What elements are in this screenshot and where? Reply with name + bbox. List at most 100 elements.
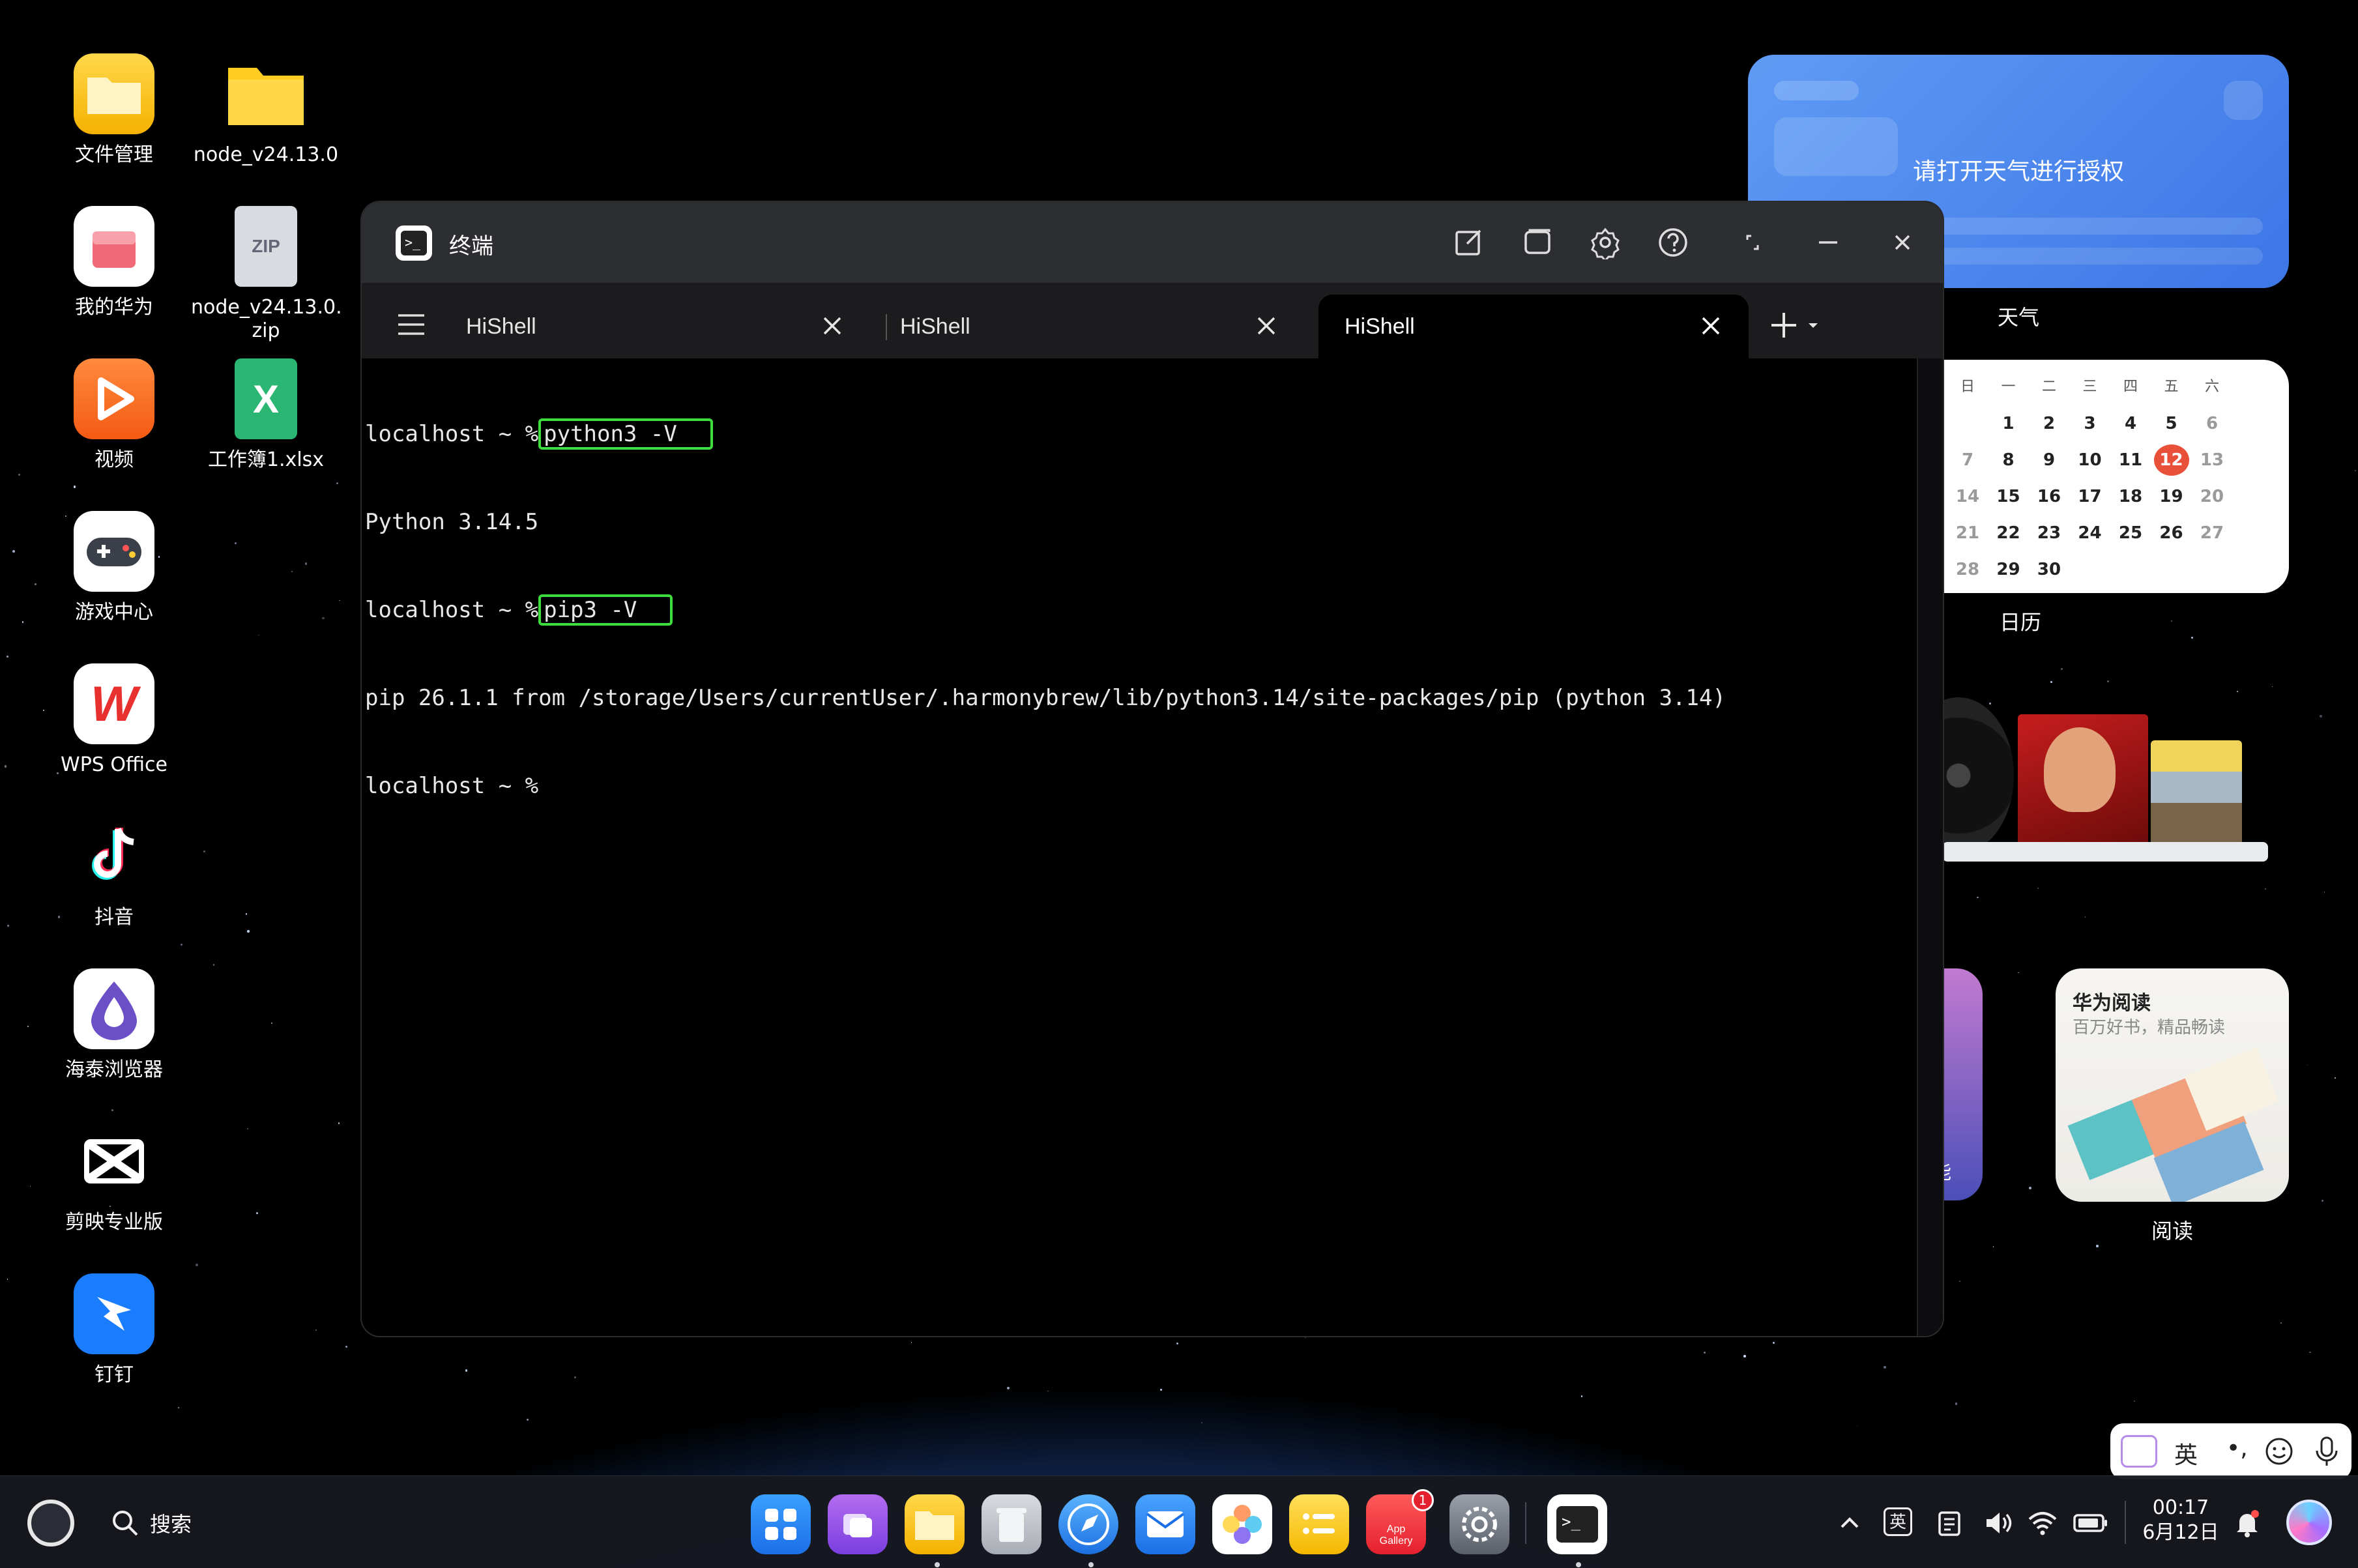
- calendar-day[interactable]: 3: [2073, 408, 2108, 439]
- calendar-widget[interactable]: 日一二三四五六 1 2 3 4 5 6 7 8 9 10 11 12 13 14 15 16 17 18 19 20 21…: [1916, 360, 2289, 593]
- clock[interactable]: 00:17 6月12日: [2140, 1496, 2221, 1545]
- microphone-icon[interactable]: [2312, 1435, 2341, 1468]
- wifi-icon[interactable]: [2027, 1507, 2058, 1539]
- desktop-icon-xlsx[interactable]: X 工作簿1.xlsx: [191, 358, 341, 472]
- close-window-icon[interactable]: [1885, 225, 1919, 259]
- volume-icon[interactable]: [1983, 1507, 2014, 1539]
- tab-hishell-2[interactable]: HiShell: [874, 295, 1304, 358]
- chevron-up-icon[interactable]: [1834, 1507, 1865, 1539]
- terminal-window[interactable]: >_ 终端 HiShell HiShell HiShell localhost …: [362, 202, 1943, 1336]
- desktop-icon-my-huawei[interactable]: 我的华为: [39, 206, 189, 319]
- calendar-day[interactable]: 9: [2031, 444, 2067, 476]
- punctuation-toggle-icon[interactable]: •,: [2226, 1435, 2248, 1462]
- dock-terminal[interactable]: >_: [1547, 1494, 1607, 1554]
- calendar-day[interactable]: 2: [2031, 408, 2067, 439]
- desktop-icon-wps[interactable]: W WPS Office: [39, 663, 189, 777]
- calendar-day[interactable]: 28: [1950, 554, 1985, 585]
- running-indicator: [935, 1562, 940, 1567]
- reading-widget[interactable]: 华为阅读 百万好书，精品畅读: [2056, 968, 2289, 1202]
- calendar-day[interactable]: 8: [1991, 444, 2026, 476]
- desktop-icon-video[interactable]: 视频: [39, 358, 189, 472]
- new-tab-button[interactable]: [1768, 309, 1833, 341]
- calendar-day[interactable]: 10: [2073, 444, 2108, 476]
- calendar-day[interactable]: 30: [2031, 554, 2067, 585]
- dock-gallery[interactable]: [1212, 1494, 1272, 1554]
- emoji-icon[interactable]: [2264, 1436, 2294, 1466]
- clock-time: 00:17: [2152, 1496, 2209, 1519]
- ime-mode-toggle[interactable]: 英: [2174, 1436, 2198, 1470]
- clipboard-icon[interactable]: [1933, 1507, 1964, 1539]
- terminal-titlebar[interactable]: >_ 终端: [362, 202, 1943, 283]
- input-method-indicator[interactable]: 英: [1884, 1507, 1912, 1536]
- prompt-text: localhost ~ %: [365, 597, 539, 623]
- calendar-day[interactable]: 16: [2031, 481, 2067, 512]
- tab-list-menu-icon[interactable]: [394, 306, 431, 343]
- star-decoration: [2280, 1322, 2282, 1324]
- window-mode-icon[interactable]: [1521, 225, 1554, 259]
- calendar-day[interactable]: 18: [2113, 481, 2148, 512]
- settings-gear-icon[interactable]: [1588, 225, 1622, 263]
- desktop-icon-douyin[interactable]: 抖音: [39, 816, 189, 929]
- dock-multitask[interactable]: [828, 1494, 888, 1554]
- assistant-orb-icon[interactable]: [2286, 1500, 2332, 1545]
- calendar-day[interactable]: 20: [2194, 481, 2230, 512]
- calendar-day[interactable]: 13: [2194, 444, 2230, 476]
- calendar-day[interactable]: 15: [1991, 481, 2026, 512]
- calendar-day[interactable]: 1: [1991, 408, 2026, 439]
- desktop-icon-dingtalk[interactable]: 钉钉: [39, 1273, 189, 1387]
- calendar-day[interactable]: 24: [2073, 517, 2108, 549]
- dock-app-launcher[interactable]: [751, 1494, 811, 1554]
- dock-settings[interactable]: [1449, 1494, 1509, 1554]
- close-tab-icon[interactable]: [818, 312, 847, 340]
- music-widget[interactable]: [1903, 691, 2268, 867]
- restore-window-icon[interactable]: [1736, 225, 1769, 259]
- calendar-day[interactable]: 26: [2154, 517, 2189, 549]
- close-tab-icon[interactable]: [1252, 312, 1281, 340]
- calendar-day[interactable]: 29: [1991, 554, 2026, 585]
- calendar-day[interactable]: 11: [2113, 444, 2148, 476]
- dock-browser[interactable]: [1058, 1494, 1118, 1554]
- calendar-day[interactable]: 23: [2031, 517, 2067, 549]
- calendar-day[interactable]: 19: [2154, 481, 2189, 512]
- tab-hishell-3-active[interactable]: HiShell: [1318, 295, 1749, 358]
- calendar-day[interactable]: 17: [2073, 481, 2108, 512]
- calendar-day[interactable]: 21: [1950, 517, 1985, 549]
- minimize-icon[interactable]: [1811, 225, 1845, 259]
- start-orb-icon[interactable]: [27, 1500, 74, 1546]
- dock-file-manager[interactable]: [905, 1494, 965, 1554]
- desktop-icon-node-zip[interactable]: ZIP node_v24.13.0. zip: [191, 206, 342, 343]
- app-gallery-label: App Gallery: [1379, 1524, 1413, 1546]
- edit-icon[interactable]: [1451, 225, 1485, 259]
- desktop-icon-game-center[interactable]: 游戏中心: [39, 511, 189, 624]
- desktop-icon-capcut[interactable]: 剪映专业版: [39, 1121, 189, 1234]
- dock-mail[interactable]: [1135, 1494, 1195, 1554]
- calendar-day[interactable]: 12: [2153, 444, 2189, 476]
- calendar-day[interactable]: 5: [2154, 408, 2189, 439]
- dock-recycle-bin[interactable]: [982, 1494, 1041, 1554]
- calendar-day[interactable]: 22: [1991, 517, 2026, 549]
- search-button[interactable]: 搜索: [109, 1502, 192, 1544]
- calendar-day[interactable]: 6: [2194, 408, 2230, 439]
- calendar-day[interactable]: 4: [2113, 408, 2148, 439]
- ime-keyboard-icon[interactable]: [2121, 1435, 2157, 1468]
- battery-icon[interactable]: [2073, 1507, 2109, 1539]
- help-icon[interactable]: [1656, 225, 1690, 259]
- star-decoration: [12, 549, 15, 553]
- desktop-icon-node-folder[interactable]: node_v24.13.0: [191, 53, 341, 167]
- star-decoration: [2354, 470, 2356, 472]
- calendar-day[interactable]: 7: [1950, 444, 1985, 476]
- terminal-window-title: 终端: [449, 233, 493, 259]
- desktop-icon-haitai-browser[interactable]: 海泰浏览器: [39, 968, 189, 1082]
- terminal-output[interactable]: localhost ~ % python3 -V Python 3.14.5 lo…: [362, 358, 1917, 1336]
- output-text: Python 3.14.5: [365, 509, 539, 535]
- calendar-day[interactable]: 27: [2194, 517, 2230, 549]
- calendar-day[interactable]: 14: [1950, 481, 1985, 512]
- notification-bell-icon[interactable]: [2232, 1507, 2263, 1539]
- close-tab-icon[interactable]: [1696, 312, 1725, 340]
- dock-notes[interactable]: [1289, 1494, 1349, 1554]
- star-decoration: [27, 1026, 29, 1028]
- calendar-day[interactable]: 25: [2113, 517, 2148, 549]
- tab-hishell-1[interactable]: HiShell: [440, 295, 870, 358]
- terminal-scrollbar[interactable]: [1917, 358, 1943, 1336]
- desktop-icon-file-manager[interactable]: 文件管理: [39, 53, 189, 167]
